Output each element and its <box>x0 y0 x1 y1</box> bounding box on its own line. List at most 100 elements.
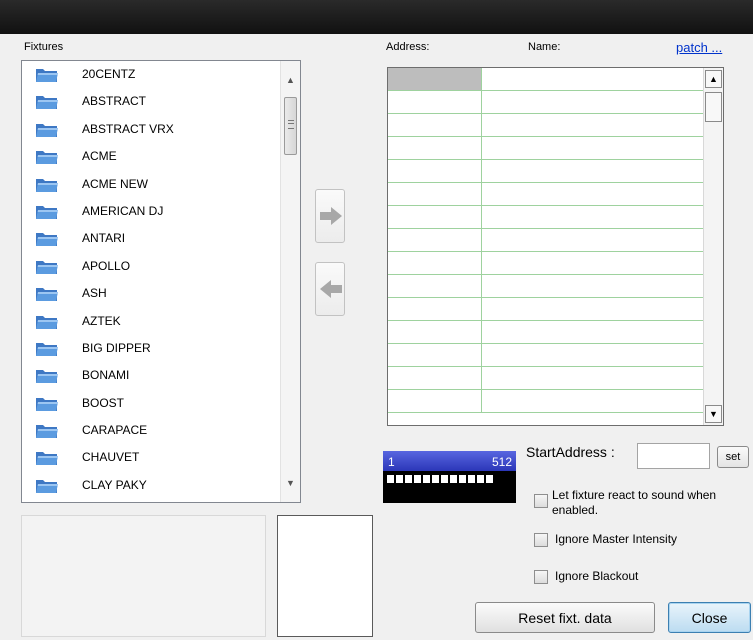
grid-scroll-thumb[interactable] <box>705 92 722 122</box>
address-cell[interactable] <box>388 367 482 389</box>
grid-scroll-up-icon[interactable]: ▲ <box>705 70 722 88</box>
list-item-label: 20CENTZ <box>82 67 136 81</box>
table-row[interactable] <box>388 275 705 298</box>
dmx-segment <box>450 475 457 483</box>
scroll-up-icon[interactable]: ▲ <box>281 71 300 89</box>
table-row[interactable] <box>388 390 705 413</box>
address-cell[interactable] <box>388 252 482 274</box>
table-row[interactable] <box>388 252 705 275</box>
folder-icon <box>35 423 59 439</box>
address-cell[interactable] <box>388 183 482 205</box>
fixtures-items: 20CENTZ ABSTRACT ABSTRACT VRX ACME ACME NEW A… <box>22 61 280 499</box>
folder-icon <box>35 204 59 219</box>
list-item[interactable]: BOOST <box>22 390 280 417</box>
dmx-range-header: 1 512 <box>383 451 516 471</box>
list-item[interactable]: ASH <box>22 280 280 307</box>
list-item-label: APOLLO <box>82 258 131 273</box>
reset-fixture-data-button[interactable]: Reset fixt. data <box>475 602 655 633</box>
ignore-blackout-label: Ignore Blackout <box>555 569 639 583</box>
address-cell[interactable] <box>388 114 482 136</box>
grid-scrollbar[interactable]: ▲ ▼ <box>703 68 723 425</box>
dmx-segments <box>387 475 495 483</box>
list-item-label: CARAPACE <box>82 423 148 438</box>
address-cell[interactable] <box>388 275 482 297</box>
address-grid[interactable]: ▲ ▼ <box>387 67 724 426</box>
list-item[interactable]: ACME <box>22 143 280 170</box>
ignore-master-checkbox[interactable] <box>534 533 548 547</box>
address-cell[interactable] <box>388 137 482 159</box>
address-cell[interactable] <box>388 390 482 412</box>
table-row[interactable] <box>388 298 705 321</box>
table-row[interactable] <box>388 114 705 137</box>
list-item-label: BIG DIPPER <box>82 340 151 355</box>
dmx-start: 1 <box>388 455 395 469</box>
start-address-input[interactable] <box>637 443 710 469</box>
react-sound-checkbox[interactable] <box>534 494 548 508</box>
start-address-label: StartAddress : <box>526 444 615 460</box>
folder-icon <box>35 368 59 384</box>
remove-fixture-button[interactable] <box>315 262 345 316</box>
table-row[interactable] <box>388 137 705 160</box>
scroll-thumb[interactable] <box>284 97 297 155</box>
add-fixture-button[interactable] <box>315 189 345 243</box>
close-button[interactable]: Close <box>668 602 751 633</box>
table-row[interactable] <box>388 229 705 252</box>
react-sound-label: Let fixture react to sound when enabled. <box>552 488 717 517</box>
ignore-blackout-checkbox[interactable] <box>534 570 548 584</box>
list-item[interactable]: ANTARI <box>22 225 280 252</box>
table-row[interactable] <box>388 206 705 229</box>
folder-icon <box>35 341 59 356</box>
scroll-down-icon[interactable]: ▼ <box>281 474 300 492</box>
list-item[interactable]: AMERICAN DJ <box>22 198 280 225</box>
fixtures-list[interactable]: 20CENTZ ABSTRACT ABSTRACT VRX ACME ACME NEW A… <box>21 60 301 503</box>
table-row[interactable] <box>388 68 705 91</box>
list-item-label: ABSTRACT <box>82 94 147 109</box>
dmx-range-bar[interactable]: 1 512 <box>383 451 516 503</box>
list-item[interactable]: ABSTRACT <box>22 88 280 115</box>
folder-icon <box>35 122 59 137</box>
list-item[interactable]: BIG DIPPER <box>22 335 280 362</box>
table-row[interactable] <box>388 91 705 114</box>
folder-icon <box>35 286 59 302</box>
list-item[interactable]: BONAMI <box>22 362 280 389</box>
dmx-segment <box>387 475 394 483</box>
list-item[interactable]: ACME NEW <box>22 171 280 198</box>
table-row[interactable] <box>388 321 705 344</box>
address-cell[interactable] <box>388 91 482 113</box>
list-item[interactable]: ABSTRACT VRX <box>22 116 280 143</box>
list-item[interactable]: APOLLO <box>22 253 280 280</box>
list-item[interactable]: 20CENTZ <box>22 61 280 88</box>
address-cell[interactable] <box>388 344 482 366</box>
folder-icon <box>35 231 59 247</box>
grid-scroll-down-icon[interactable]: ▼ <box>705 405 722 423</box>
table-row[interactable] <box>388 183 705 206</box>
table-row[interactable] <box>388 344 705 367</box>
address-column-label: Address: <box>386 41 430 53</box>
folder-icon <box>35 67 59 82</box>
list-item[interactable]: CARAPACE <box>22 417 280 444</box>
list-item-label: AMERICAN DJ <box>82 203 164 218</box>
dmx-segment <box>405 475 412 483</box>
address-cell[interactable] <box>388 160 482 182</box>
list-item[interactable]: CHAUVET <box>22 444 280 471</box>
list-item[interactable]: CLAY PAKY <box>22 472 280 499</box>
dmx-end: 512 <box>491 455 512 469</box>
table-row[interactable] <box>388 160 705 183</box>
list-item[interactable]: AZTEK <box>22 308 280 335</box>
address-cell[interactable] <box>388 229 482 251</box>
address-cell[interactable] <box>388 206 482 228</box>
list-item-label: ACME NEW <box>82 176 148 191</box>
address-cell[interactable] <box>388 298 482 320</box>
set-button[interactable]: set <box>717 446 749 468</box>
address-cell[interactable] <box>388 68 482 90</box>
patch-link[interactable]: patch ... <box>676 40 722 55</box>
table-row[interactable] <box>388 367 705 390</box>
fixtures-scrollbar[interactable]: ▲ ▼ <box>280 61 300 502</box>
dmx-segment <box>414 475 421 483</box>
address-cell[interactable] <box>388 321 482 343</box>
dmx-segment <box>441 475 448 483</box>
arrow-right-icon <box>320 207 342 225</box>
fixture-preview-panel <box>277 515 373 637</box>
folder-icon <box>35 478 59 493</box>
grip-icon <box>288 120 294 129</box>
